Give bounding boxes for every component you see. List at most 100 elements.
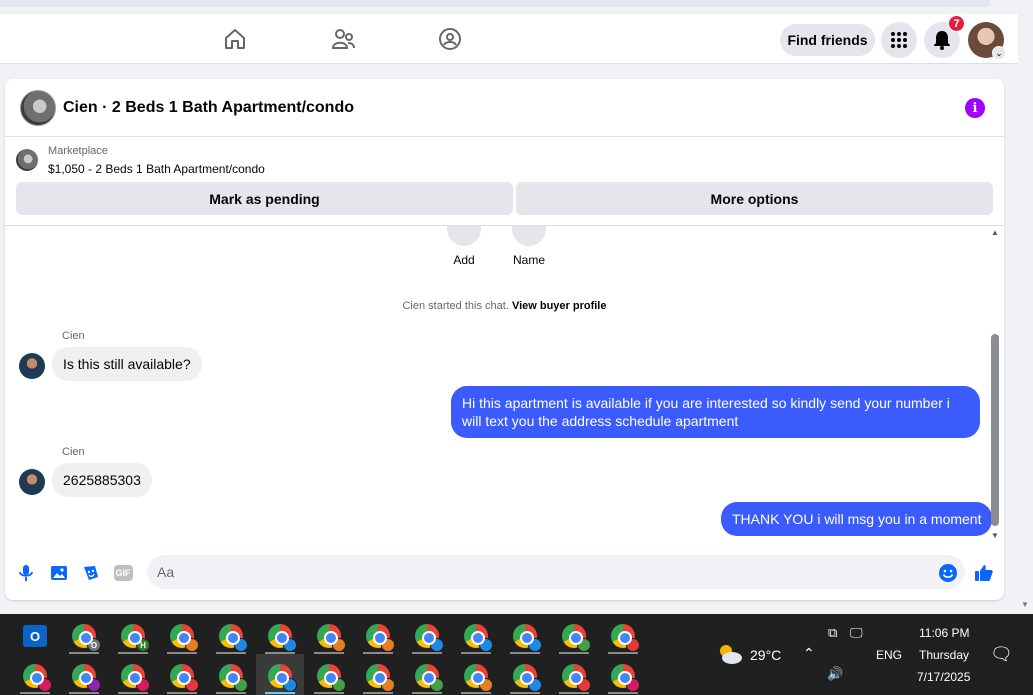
outgoing-message[interactable]: Hi this apartment is available if you ar… <box>451 386 980 438</box>
buyer-avatar[interactable] <box>19 353 45 379</box>
chrome-taskbar-icon[interactable] <box>360 658 396 694</box>
chrome-taskbar-icon[interactable] <box>311 618 347 654</box>
chevron-up-icon[interactable]: ⌃ <box>803 645 815 662</box>
profile-person-icon <box>332 678 346 692</box>
find-friends-button[interactable]: Find friends <box>780 24 875 56</box>
chrome-taskbar-icon[interactable] <box>507 618 543 654</box>
chrome-taskbar-icon[interactable] <box>605 618 641 654</box>
chrome-taskbar-icon[interactable] <box>605 658 641 694</box>
chrome-taskbar-icon[interactable] <box>409 618 445 654</box>
running-indicator <box>167 652 197 654</box>
more-options-button[interactable]: More options <box>516 182 993 215</box>
listing-thumbnail[interactable] <box>20 90 56 126</box>
language-indicator[interactable]: ENG <box>876 648 902 662</box>
sticker-icon[interactable] <box>81 563 101 583</box>
profile-person-icon <box>479 638 493 652</box>
chrome-taskbar-icon[interactable] <box>164 618 200 654</box>
top-navigation: Find friends 7 ⌄ <box>0 14 1018 64</box>
buyer-avatar[interactable] <box>19 469 45 495</box>
volume-icon[interactable]: 🔊 <box>827 666 843 682</box>
outlook-taskbar-icon[interactable]: O <box>17 618 53 654</box>
scroll-down-arrow-icon[interactable]: ▼ <box>991 531 999 540</box>
clock-time[interactable]: 11:06 PM <box>919 626 969 640</box>
running-indicator <box>265 652 295 654</box>
running-indicator <box>608 652 638 654</box>
microphone-icon[interactable] <box>16 563 36 583</box>
friends-icon[interactable] <box>330 26 356 52</box>
pencil-icon <box>512 226 546 246</box>
gif-label: GIF <box>113 565 133 581</box>
gif-icon[interactable]: GIF <box>113 563 133 583</box>
chrome-taskbar-icon[interactable] <box>556 618 592 654</box>
running-indicator <box>20 692 50 694</box>
chrome-icon: H <box>121 624 150 652</box>
incoming-message[interactable]: Is this still available? <box>52 347 202 381</box>
emoji-icon[interactable] <box>938 563 958 583</box>
weather-temperature[interactable]: 29°C <box>750 647 781 663</box>
quick-action-name[interactable]: Name <box>499 226 559 267</box>
weather-partly-cloudy-icon[interactable] <box>716 642 744 666</box>
profile-person-icon <box>136 678 150 692</box>
thumbs-up-icon[interactable] <box>974 563 994 583</box>
profile-badge: O <box>87 638 101 652</box>
chrome-taskbar-icon[interactable] <box>409 658 445 694</box>
running-indicator <box>412 692 442 694</box>
quick-action-label: Name <box>512 253 545 267</box>
scroll-down-arrow-icon[interactable]: ▼ <box>1021 600 1029 609</box>
clock-day[interactable]: Thursday <box>919 648 969 662</box>
scroll-up-arrow-icon[interactable]: ▲ <box>991 228 999 237</box>
message-scrollbar[interactable]: ▲ ▼ <box>989 226 1001 548</box>
outgoing-message[interactable]: THANK YOU i will msg you in a moment <box>721 502 993 536</box>
profile-person-icon <box>430 638 444 652</box>
notification-center-icon[interactable]: 🗨 <box>990 644 1013 665</box>
chrome-icon <box>170 624 199 652</box>
home-icon[interactable] <box>222 26 248 52</box>
quick-action-add[interactable]: Add <box>434 226 494 267</box>
profile-avatar[interactable]: ⌄ <box>968 22 1006 60</box>
chrome-taskbar-icon[interactable] <box>213 618 249 654</box>
chrome-taskbar-icon-active[interactable] <box>262 658 298 694</box>
clock-date[interactable]: 7/17/2025 <box>917 670 970 684</box>
chrome-taskbar-icon[interactable] <box>458 618 494 654</box>
chrome-taskbar-icon[interactable] <box>213 658 249 694</box>
chrome-taskbar-icon[interactable] <box>17 658 53 694</box>
profile-person-icon <box>381 638 395 652</box>
chrome-taskbar-icon[interactable] <box>360 618 396 654</box>
running-indicator <box>510 692 540 694</box>
running-indicator <box>461 652 491 654</box>
profile-person-icon <box>87 678 101 692</box>
profile-person-icon <box>577 638 591 652</box>
chrome-icon <box>268 624 297 652</box>
running-indicator <box>314 652 344 654</box>
chrome-taskbar-icon[interactable]: O <box>66 618 102 654</box>
view-buyer-profile-link[interactable]: View buyer profile <box>512 300 607 312</box>
chrome-taskbar-icon[interactable] <box>164 658 200 694</box>
camera-icon[interactable]: ⧉ <box>828 625 837 641</box>
incoming-message[interactable]: 2625885303 <box>52 463 152 497</box>
page-scrollbar[interactable]: ▼ <box>1018 14 1033 614</box>
chrome-taskbar-icon[interactable] <box>115 658 151 694</box>
message-list: Add Name Cien started this chat. View bu… <box>5 225 1004 547</box>
running-indicator <box>216 652 246 654</box>
chrome-taskbar-icon[interactable] <box>66 658 102 694</box>
mark-as-pending-button[interactable]: Mark as pending <box>16 182 513 215</box>
chat-header: Cien · 2 Beds 1 Bath Apartment/condo i <box>5 79 1004 137</box>
chrome-taskbar-icon[interactable] <box>556 658 592 694</box>
chat-title[interactable]: Cien · 2 Beds 1 Bath Apartment/condo <box>63 99 354 117</box>
chrome-taskbar-icon[interactable] <box>311 658 347 694</box>
chrome-taskbar-icon[interactable] <box>458 658 494 694</box>
scrollbar-thumb[interactable] <box>991 334 999 526</box>
listing-small-thumbnail <box>16 149 38 171</box>
chrome-taskbar-icon[interactable]: H <box>115 618 151 654</box>
marketplace-listing-row[interactable]: Marketplace $1,050 - 2 Beds 1 Bath Apart… <box>5 138 1004 178</box>
groups-icon[interactable] <box>437 26 463 52</box>
chrome-taskbar-icon[interactable] <box>262 618 298 654</box>
menu-grid-icon[interactable] <box>881 22 917 58</box>
info-icon[interactable]: i <box>965 98 985 118</box>
running-indicator <box>363 652 393 654</box>
message-input[interactable] <box>147 555 965 589</box>
network-icon[interactable]: 🖵 <box>850 625 863 641</box>
chrome-taskbar-icon[interactable] <box>507 658 543 694</box>
chrome-icon: O <box>72 624 101 652</box>
photo-icon[interactable] <box>49 563 69 583</box>
